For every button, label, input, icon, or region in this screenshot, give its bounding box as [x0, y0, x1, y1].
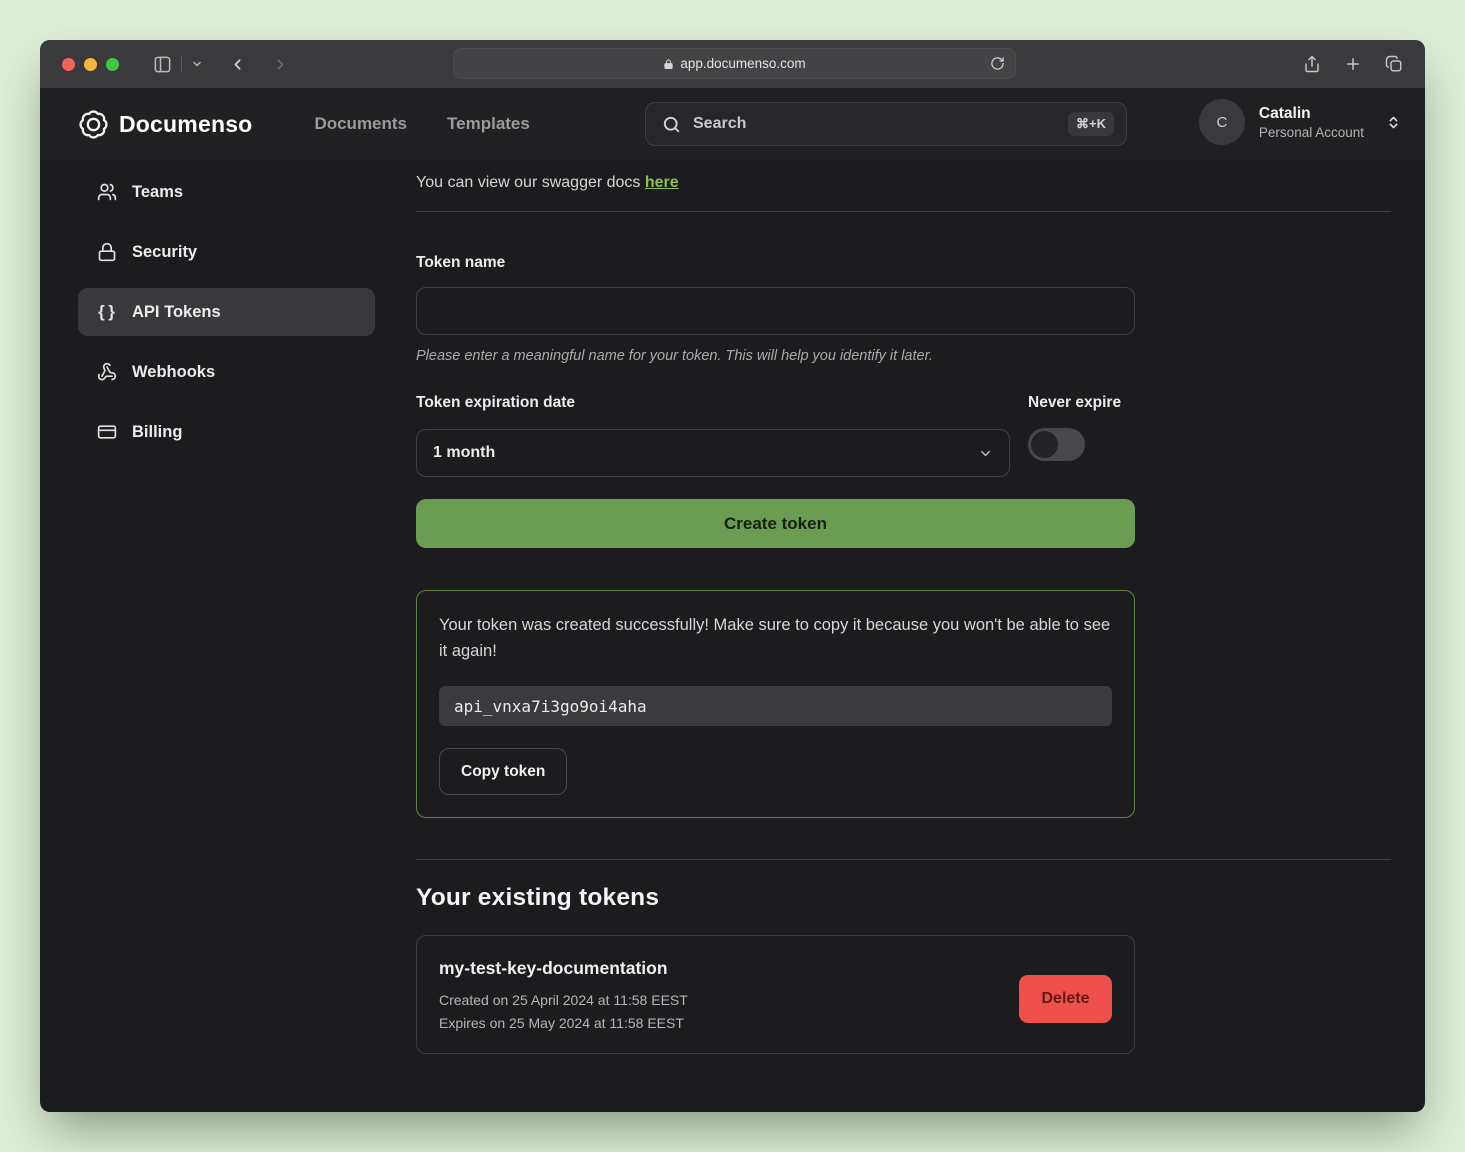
nav-documents[interactable]: Documents [314, 114, 407, 134]
app-header: Documenso Documents Templates Search ⌘+K… [40, 88, 1425, 160]
never-expire-toggle[interactable] [1028, 428, 1085, 461]
avatar: C [1199, 99, 1245, 145]
zoom-window-button[interactable] [106, 58, 119, 71]
never-expire-label: Never expire [1028, 394, 1121, 412]
minimize-window-button[interactable] [84, 58, 97, 71]
tab-overview-icon[interactable] [1385, 55, 1403, 73]
sidebar-item-label: Webhooks [132, 363, 215, 382]
token-expiration-label: Token expiration date [416, 394, 1010, 412]
sidebar-item-teams[interactable]: Teams [78, 168, 375, 216]
sidebar-item-label: API Tokens [132, 303, 221, 322]
address-bar[interactable]: app.documenso.com [453, 48, 1016, 79]
users-icon [96, 182, 118, 202]
nav-templates[interactable]: Templates [447, 114, 530, 134]
lock-icon [663, 58, 674, 70]
brand[interactable]: Documenso [78, 109, 252, 140]
divider [181, 55, 182, 73]
token-card-created: Created on 25 April 2024 at 11:58 EEST [439, 992, 1112, 1008]
search-shortcut-badge: ⌘+K [1068, 112, 1114, 136]
search-placeholder: Search [693, 115, 1068, 133]
braces-icon: { } [96, 302, 118, 322]
sidebar-item-billing[interactable]: Billing [78, 408, 375, 456]
sidebar-item-webhooks[interactable]: Webhooks [78, 348, 375, 396]
close-window-button[interactable] [62, 58, 75, 71]
token-created-panel: Your token was created successfully! Mak… [416, 590, 1135, 818]
swagger-docs-note: You can view our swagger docs here [416, 174, 1391, 192]
avatar-initial: C [1217, 114, 1228, 131]
back-button[interactable] [229, 56, 246, 73]
token-value-field[interactable]: api_vnxa7i3go9oi4aha [439, 686, 1112, 726]
brand-name: Documenso [119, 111, 252, 138]
token-card-name: my-test-key-documentation [439, 958, 1112, 979]
token-name-input[interactable] [416, 287, 1135, 335]
forward-button[interactable] [272, 56, 289, 73]
token-name-label: Token name [416, 254, 1135, 272]
swagger-docs-link[interactable]: here [645, 174, 679, 191]
browser-window: app.documenso.com Documenso Docum [40, 40, 1425, 1112]
divider [416, 859, 1391, 860]
token-card-expires: Expires on 25 May 2024 at 11:58 EEST [439, 1015, 1112, 1031]
new-tab-icon[interactable] [1344, 55, 1362, 73]
expiration-selected-value: 1 month [433, 444, 495, 462]
traffic-lights [62, 58, 119, 71]
search-icon [662, 115, 681, 134]
copy-token-button[interactable]: Copy token [439, 748, 567, 795]
settings-sidebar: Teams Security { } API Tokens Webhooks [78, 160, 375, 468]
expiration-select[interactable]: 1 month [416, 429, 1010, 477]
token-value: api_vnxa7i3go9oi4aha [454, 697, 647, 716]
reload-icon[interactable] [990, 56, 1005, 71]
api-tokens-page: You can view our swagger docs here Token… [375, 160, 1425, 1054]
toggle-knob [1031, 431, 1058, 458]
sidebar-item-api-tokens[interactable]: { } API Tokens [78, 288, 375, 336]
swagger-docs-text: You can view our swagger docs [416, 174, 645, 191]
sidebar-item-label: Billing [132, 423, 182, 442]
top-nav: Documents Templates [314, 114, 529, 134]
url-text: app.documenso.com [680, 56, 805, 71]
account-menu[interactable]: C Catalin Personal Account [1199, 99, 1401, 145]
account-name: Catalin [1259, 105, 1364, 123]
lock-icon [96, 242, 118, 262]
browser-chrome: app.documenso.com [40, 40, 1425, 88]
credit-card-icon [96, 422, 118, 442]
existing-tokens-heading: Your existing tokens [416, 884, 1391, 912]
chevron-down-icon [978, 446, 993, 461]
token-name-hint: Please enter a meaningful name for your … [416, 348, 1135, 364]
create-token-button[interactable]: Create token [416, 499, 1135, 548]
sidebar-item-label: Teams [132, 183, 183, 202]
share-icon[interactable] [1303, 55, 1321, 73]
chevrons-up-down-icon [1386, 115, 1401, 130]
delete-token-button[interactable]: Delete [1019, 975, 1112, 1023]
search-input[interactable]: Search ⌘+K [645, 102, 1127, 146]
account-type: Personal Account [1259, 125, 1364, 140]
documenso-logo-icon [78, 109, 109, 140]
token-created-message: Your token was created successfully! Mak… [439, 613, 1112, 664]
webhook-icon [96, 362, 118, 382]
sidebar-toggle-icon[interactable] [153, 55, 172, 74]
token-card: my-test-key-documentation Created on 25 … [416, 935, 1135, 1054]
sidebar-item-label: Security [132, 243, 197, 262]
divider [416, 211, 1391, 212]
chevron-down-icon[interactable] [191, 58, 203, 70]
sidebar-item-security[interactable]: Security [78, 228, 375, 276]
